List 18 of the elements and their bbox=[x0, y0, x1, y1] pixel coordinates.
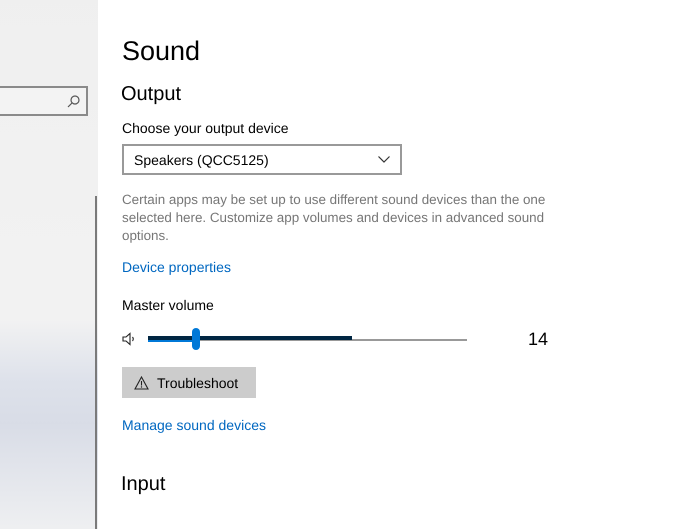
manage-devices-link[interactable]: Manage sound devices bbox=[122, 417, 266, 433]
search-field[interactable] bbox=[0, 86, 88, 116]
device-label: Choose your output device bbox=[122, 120, 289, 136]
warning-icon bbox=[134, 376, 149, 390]
description-text: Certain apps may be set up to use different sound devices than the one selected here. Customize app volumes and devices in advanced sound options. bbox=[122, 191, 546, 245]
section-heading: Output bbox=[121, 83, 182, 106]
section-heading: Input bbox=[121, 473, 166, 496]
slider-thumb[interactable] bbox=[192, 328, 200, 350]
troubleshoot-button[interactable]: Troubleshoot bbox=[122, 367, 256, 398]
volume-value: 14 bbox=[528, 328, 550, 350]
chevron-down-icon bbox=[378, 156, 390, 163]
volume-label: Master volume bbox=[122, 297, 214, 313]
speaker-icon bbox=[122, 332, 136, 346]
scrollbar[interactable] bbox=[95, 196, 97, 529]
page-title: Sound bbox=[122, 36, 200, 67]
search-icon bbox=[67, 94, 80, 108]
output-device-dropdown[interactable]: Speakers (QCC5125) bbox=[122, 144, 402, 175]
device-properties-link[interactable]: Device properties bbox=[122, 259, 231, 275]
